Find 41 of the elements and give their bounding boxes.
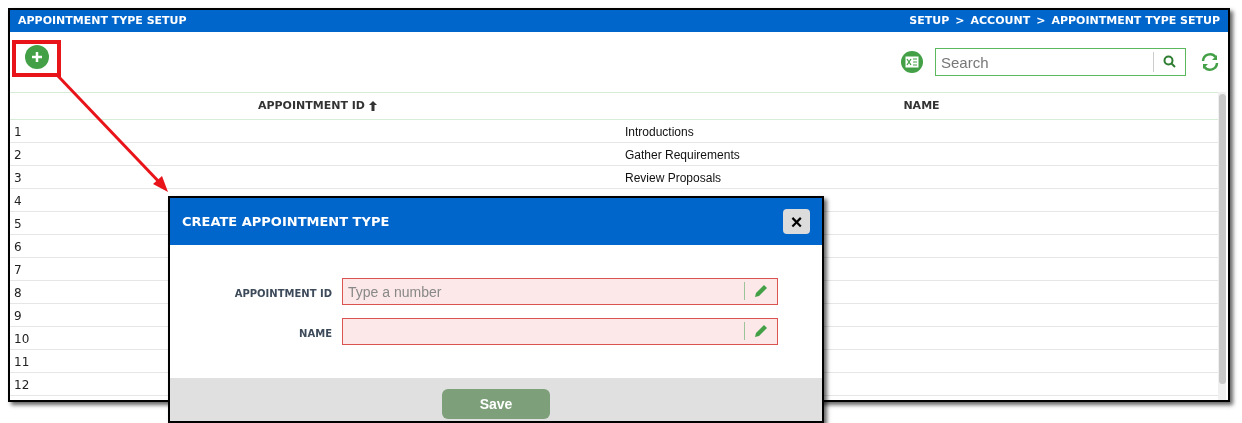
table-cell: Introductions (625, 125, 694, 139)
close-button[interactable]: × (783, 209, 810, 234)
breadcrumb-link[interactable]: APPOINTMENT TYPE SETUP (1051, 12, 1220, 30)
page-title: APPOINTMENT TYPE SETUP (18, 12, 187, 29)
table-cell: 2 (14, 148, 22, 162)
column-header[interactable]: APPOINTMENT ID (258, 97, 365, 115)
breadcrumb-separator: > (1036, 12, 1046, 29)
annotation-box (12, 40, 61, 77)
search-field[interactable]: Search (935, 48, 1186, 76)
table-cell: 11 (14, 355, 30, 369)
table-cell: 9 (14, 309, 22, 323)
table-cell: 1 (14, 125, 22, 139)
field-label: NAME (299, 327, 332, 339)
add-button[interactable] (25, 45, 49, 69)
refresh-icon[interactable] (1200, 52, 1220, 72)
table-cell: 3 (14, 171, 22, 185)
column-header[interactable]: NAME (903, 97, 940, 115)
scrollbar-thumb[interactable] (1218, 94, 1226, 384)
input-field[interactable] (342, 318, 778, 345)
table-cell: Review Proposals (625, 171, 722, 185)
plus-icon (31, 51, 43, 63)
excel-export-button[interactable] (901, 51, 923, 73)
table-cell: 8 (14, 286, 22, 300)
table-cell: 10 (14, 332, 30, 346)
breadcrumb-separator: > (955, 12, 965, 29)
save-button[interactable]: Save (442, 389, 550, 419)
dialog-title: CREATE APPOINTMENT TYPE (182, 212, 390, 231)
table-cell: 12 (14, 378, 30, 392)
search-icon[interactable] (1163, 55, 1176, 68)
table-cell: 4 (14, 194, 22, 208)
table-cell: 7 (14, 263, 22, 277)
pencil-icon (754, 324, 768, 338)
pencil-icon (754, 284, 768, 298)
spreadsheet-icon (905, 56, 919, 68)
breadcrumb-link[interactable]: SETUP (909, 12, 950, 30)
breadcrumb-link[interactable]: ACCOUNT (970, 12, 1031, 30)
table-cell: Gather Requirements (625, 148, 740, 162)
field-label: APPOINTMENT ID (234, 287, 332, 299)
table-cell: 6 (14, 240, 22, 254)
table-cell: 5 (14, 217, 22, 231)
input-field[interactable]: Type a number (342, 278, 778, 305)
